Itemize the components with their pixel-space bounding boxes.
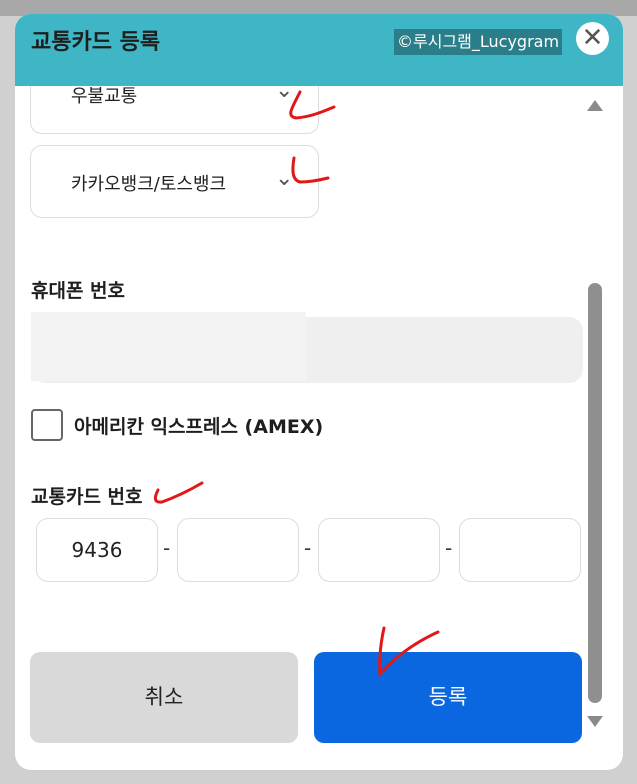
bank-select[interactable]: 카카오뱅크/토스뱅크 ⌄ <box>30 145 319 218</box>
amex-checkbox[interactable] <box>31 409 63 441</box>
dialog-title: 교통카드 등록 <box>31 30 161 55</box>
dialog-header: 교통카드 등록 ©루시그램_Lucygram ✕ <box>15 14 623 86</box>
scroll-down-icon[interactable] <box>587 716 603 727</box>
card-number-part-3[interactable] <box>318 518 440 582</box>
card-registration-dialog: 우불교통 ⌄ 카카오뱅크/토스뱅크 ⌄ 휴대폰 번호 아메리칸 익스프레스 (A… <box>15 14 623 770</box>
card-number-part-4[interactable] <box>459 518 581 582</box>
dialog-body: 우불교통 ⌄ 카카오뱅크/토스뱅크 ⌄ 휴대폰 번호 아메리칸 익스프레스 (A… <box>15 14 623 770</box>
card-number-label: 교통카드 번호 <box>31 486 143 508</box>
scrollbar[interactable] <box>585 96 605 738</box>
amex-label: 아메리칸 익스프레스 (AMEX) <box>74 416 324 438</box>
chevron-down-icon: ⌄ <box>275 166 294 191</box>
watermark: ©루시그램_Lucygram <box>394 29 563 55</box>
cancel-button[interactable]: 취소 <box>30 652 298 743</box>
register-button[interactable]: 등록 <box>314 652 582 743</box>
card-separator: - <box>445 536 453 560</box>
scroll-up-icon[interactable] <box>587 100 603 111</box>
card-separator: - <box>304 536 312 560</box>
phone-redaction <box>31 312 306 381</box>
card-separator: - <box>163 536 171 560</box>
close-button[interactable]: ✕ <box>576 22 609 55</box>
card-number-part-1[interactable]: 9436 <box>36 518 158 582</box>
card-number-part-2[interactable] <box>177 518 299 582</box>
scrollbar-thumb[interactable] <box>588 283 602 703</box>
phone-number-label: 휴대폰 번호 <box>31 280 126 302</box>
bank-value: 카카오뱅크/토스뱅크 <box>71 174 227 195</box>
close-icon: ✕ <box>581 23 604 53</box>
